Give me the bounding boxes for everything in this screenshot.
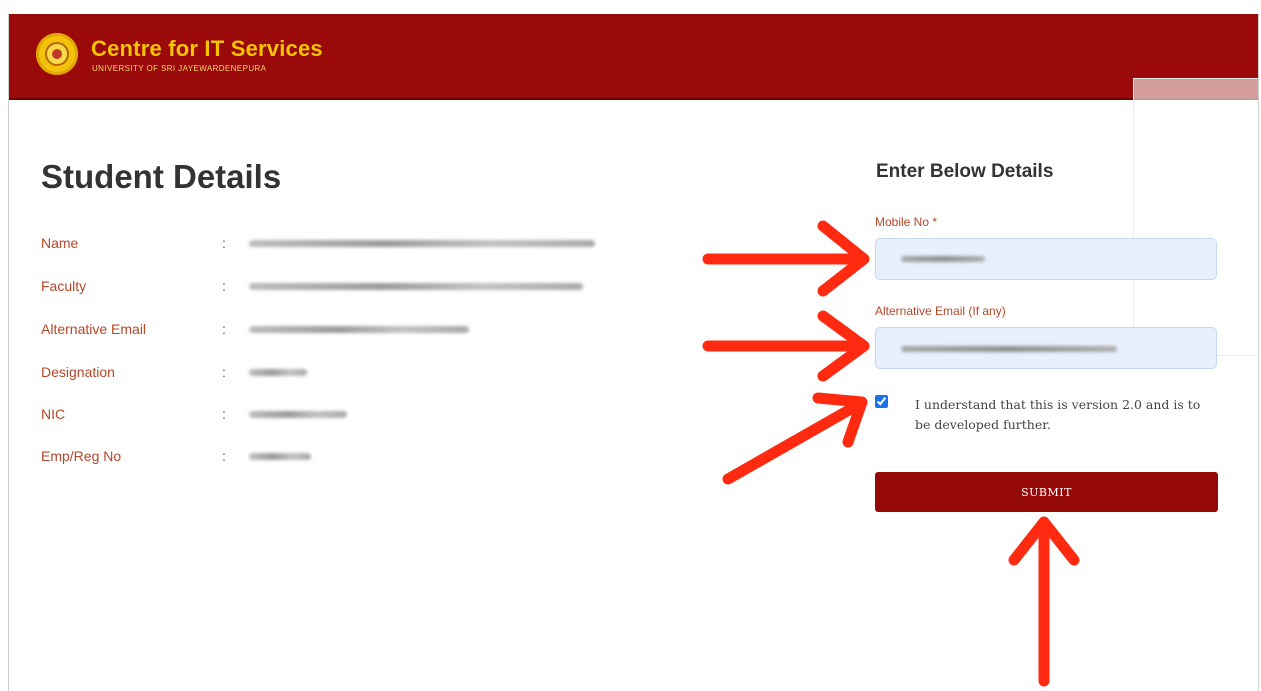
annotation-arrows <box>702 220 1080 687</box>
red-arrow-icon <box>702 310 870 382</box>
red-arrow-icon <box>1008 516 1080 687</box>
red-arrow-icon <box>702 220 870 297</box>
red-arrow-icon <box>722 392 868 485</box>
